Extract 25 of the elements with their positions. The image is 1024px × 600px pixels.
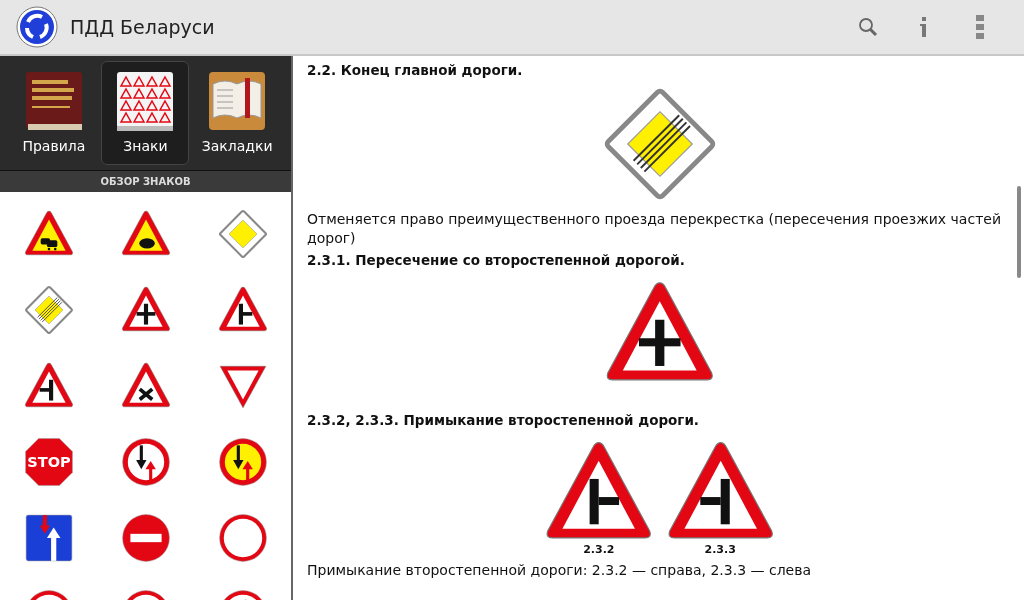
paragraph: Отменяется право преимущественного проезда перекрестка (пересечения проезжих частей дорог) [307,210,1002,248]
info-icon [920,17,928,37]
book-icon [23,69,84,132]
oncoming-priority-sign-icon[interactable] [119,436,172,488]
search-icon [858,17,878,37]
section-header: ОБЗОР ЗНАКОВ [0,170,291,192]
section-tab[interactable]: Знаки [101,61,190,165]
priority-over-oncoming-sign-icon[interactable] [22,512,75,564]
section-tab[interactable]: Закладки [193,61,282,165]
road-signs-book-icon [115,69,176,132]
section-heading: 2.2. Конец главной дороги. [307,61,524,80]
section-heading: 2.3.2, 2.3.3. Примыкание второстепенной дороги. [307,411,700,430]
stop-sign-icon[interactable]: STOP [22,436,75,488]
section-heading: 2.3.1. Пересечение со второстепенной дорогой. [307,251,686,270]
oncoming-priority-sign-icon[interactable] [216,436,269,488]
sign-caption: 2.3.3 [704,543,736,557]
overflow-menu-icon [976,15,984,39]
sign-caption: 2.3.2 [583,543,615,557]
section-tab[interactable]: Правила [9,61,98,165]
no-traffic-sign-icon[interactable] [216,512,269,564]
open-book-icon [207,69,268,132]
roundabout-logo-icon[interactable] [16,6,58,48]
paragraph: Примыкание второстепенной дороги: 2.3.2 — справа, 2.3.3 — слева [307,561,813,580]
no-entry-sign-icon[interactable] [119,512,172,564]
app-title: ПДД Беларуси [70,14,215,40]
